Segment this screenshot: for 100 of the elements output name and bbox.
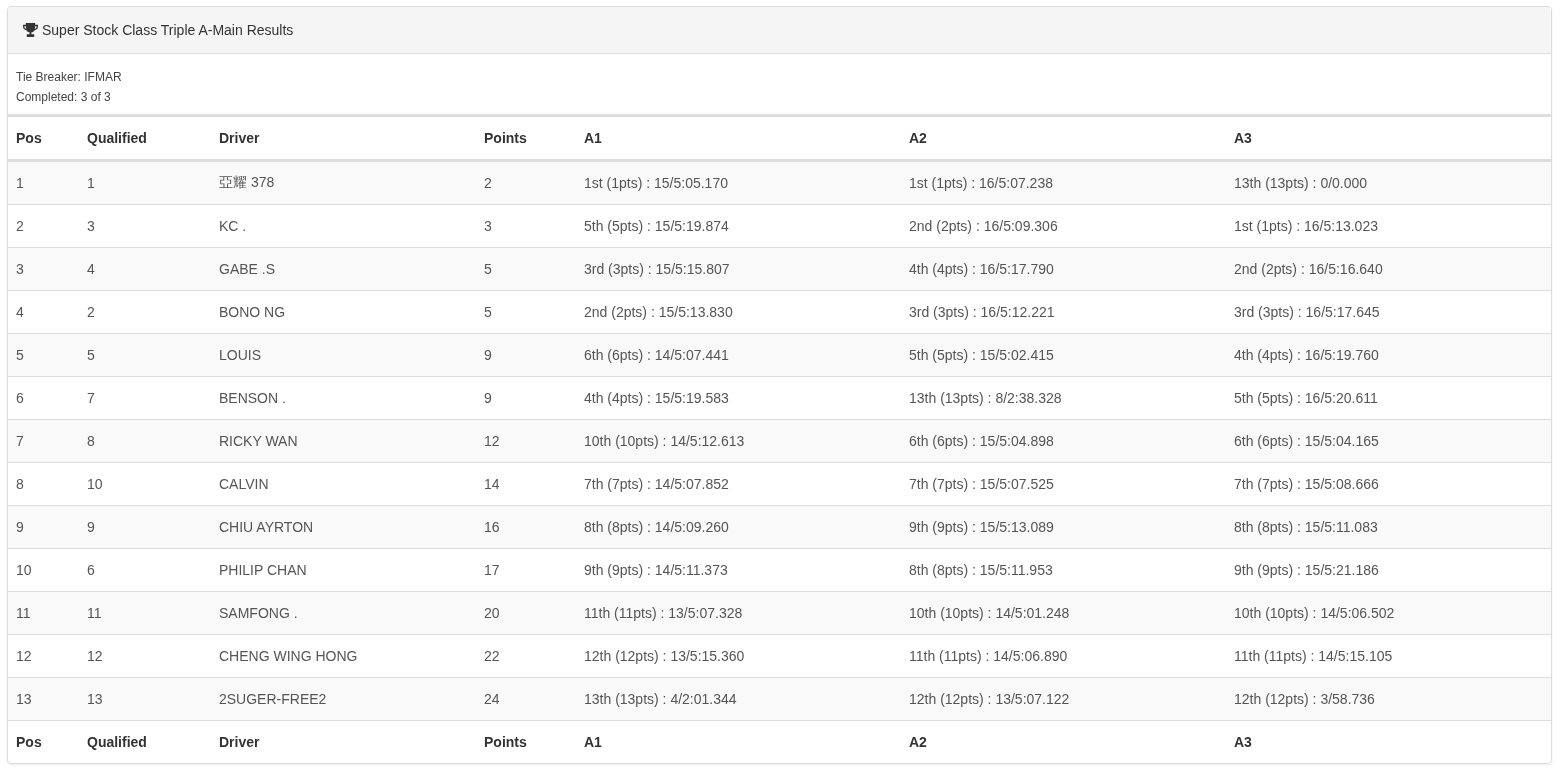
table-cell: 9th (9pts) : 15/5:13.089 (901, 505, 1226, 549)
table-cell: 11th (11pts) : 14/5:15.105 (1226, 634, 1551, 678)
table-cell: 1st (1pts) : 16/5:07.238 (901, 160, 1226, 205)
table-cell: 12th (12pts) : 13/5:15.360 (576, 634, 901, 678)
table-cell: SAMFONG . (211, 591, 476, 635)
table-cell: 9 (476, 376, 576, 420)
table-cell: 12 (8, 634, 79, 678)
table-cell: 8th (8pts) : 15/5:11.953 (901, 548, 1226, 592)
table-cell: 3 (476, 204, 576, 248)
table-cell: 8th (8pts) : 15/5:11.083 (1226, 505, 1551, 549)
table-cell: 2nd (2pts) : 16/5:09.306 (901, 204, 1226, 248)
table-cell: 2 (476, 160, 576, 205)
table-cell: BONO NG (211, 290, 476, 334)
table-cell: 13 (79, 677, 211, 721)
table-cell: 1st (1pts) : 15/5:05.170 (576, 160, 901, 205)
table-cell: 4 (8, 290, 79, 334)
table-cell: GABE .S (211, 247, 476, 291)
table-cell: 5th (5pts) : 15/5:19.874 (576, 204, 901, 248)
table-cell: 1 (8, 160, 79, 205)
table-cell: 1 (79, 160, 211, 205)
column-footer: Driver (211, 720, 476, 763)
table-cell: 9 (8, 505, 79, 549)
table-cell: 9th (9pts) : 14/5:11.373 (576, 548, 901, 592)
table-cell: 3rd (3pts) : 16/5:17.645 (1226, 290, 1551, 334)
column-footer: A3 (1226, 720, 1551, 763)
table-cell: 9 (79, 505, 211, 549)
table-cell: 10th (10pts) : 14/5:06.502 (1226, 591, 1551, 635)
table-cell: 7 (8, 419, 79, 463)
table-cell: 11 (8, 591, 79, 635)
table-cell: 5th (5pts) : 15/5:02.415 (901, 333, 1226, 377)
table-cell: 22 (476, 634, 576, 678)
table-cell: 6th (6pts) : 15/5:04.898 (901, 419, 1226, 463)
table-cell: 4 (79, 247, 211, 291)
table-cell: 14 (476, 462, 576, 506)
table-cell: 5 (8, 333, 79, 377)
table-cell: 6 (8, 376, 79, 420)
table-cell: 5 (476, 247, 576, 291)
table-cell: 11th (11pts) : 13/5:07.328 (576, 591, 901, 635)
table-cell: 3 (79, 204, 211, 248)
table-cell: 2SUGER-FREE2 (211, 677, 476, 721)
table-cell: 2nd (2pts) : 16/5:16.640 (1226, 247, 1551, 291)
table-cell: 10 (8, 548, 79, 592)
table-cell: 12 (476, 419, 576, 463)
table-cell: 24 (476, 677, 576, 721)
column-footer: Qualified (79, 720, 211, 763)
column-footer: A1 (576, 720, 901, 763)
table-cell: 9th (9pts) : 15/5:21.186 (1226, 548, 1551, 592)
table-cell: 4th (4pts) : 15/5:19.583 (576, 376, 901, 420)
table-cell: 2 (79, 290, 211, 334)
table-cell: 2nd (2pts) : 15/5:13.830 (576, 290, 901, 334)
table-cell: 13 (8, 677, 79, 721)
table-cell: 12th (12pts) : 13/5:07.122 (901, 677, 1226, 721)
table-cell: 6th (6pts) : 14/5:07.441 (576, 333, 901, 377)
table-cell: 16 (476, 505, 576, 549)
table-cell: 11th (11pts) : 14/5:06.890 (901, 634, 1226, 678)
column-footer: A2 (901, 720, 1226, 763)
info-text: Tie Breaker: IFMAR (16, 70, 123, 84)
table-cell: 7th (7pts) : 14/5:07.852 (576, 462, 901, 506)
table-cell: LOUIS (211, 333, 476, 377)
table-cell: 3rd (3pts) : 16/5:12.221 (901, 290, 1226, 334)
table-cell: 7th (7pts) : 15/5:07.525 (901, 462, 1226, 506)
column-footer: Pos (8, 720, 79, 763)
table-cell: 13th (13pts) : 8/2:38.328 (901, 376, 1226, 420)
table-cell: 8 (79, 419, 211, 463)
table-cell: 17 (476, 548, 576, 592)
table-cell: 8th (8pts) : 14/5:09.260 (576, 505, 901, 549)
table-cell: PHILIP CHAN (211, 548, 476, 592)
table-cell: 2 (8, 204, 79, 248)
table-cell: 10th (10pts) : 14/5:01.248 (901, 591, 1226, 635)
table-cell: 5 (476, 290, 576, 334)
table-cell: 3 (8, 247, 79, 291)
table-cell: 5 (79, 333, 211, 377)
table-cell: 13th (13pts) : 4/2:01.344 (576, 677, 901, 721)
table-cell: BENSON . (211, 376, 476, 420)
table-cell: 4th (4pts) : 16/5:17.790 (901, 247, 1226, 291)
table-cell: 亞耀 378 (211, 160, 476, 205)
column-footer: Points (476, 720, 576, 763)
table-cell: 11 (79, 591, 211, 635)
table-cell: RICKY WAN (211, 419, 476, 463)
table-cell: 6 (79, 548, 211, 592)
table-cell: 10th (10pts) : 14/5:12.613 (576, 419, 901, 463)
table-cell: 3rd (3pts) : 15/5:15.807 (576, 247, 901, 291)
table-cell: CALVIN (211, 462, 476, 506)
info-text: Completed: 3 of 3 (16, 90, 112, 104)
table-cell: 7 (79, 376, 211, 420)
table-cell: KC . (211, 204, 476, 248)
table-cell: CHENG WING HONG (211, 634, 476, 678)
trophy-icon (23, 23, 38, 37)
table-cell: 5th (5pts) : 16/5:20.611 (1226, 376, 1551, 420)
table-cell: 7th (7pts) : 15/5:08.666 (1226, 462, 1551, 506)
table-cell: CHIU AYRTON (211, 505, 476, 549)
table-cell: 1st (1pts) : 16/5:13.023 (1226, 204, 1551, 248)
table-cell: 9 (476, 333, 576, 377)
panel-title: Super Stock Class Triple A-Main Results (42, 22, 294, 38)
table-cell: 4th (4pts) : 16/5:19.760 (1226, 333, 1551, 377)
table-cell: 10 (79, 462, 211, 506)
table-cell: 6th (6pts) : 15/5:04.165 (1226, 419, 1551, 463)
table-cell: 12 (79, 634, 211, 678)
table-cell: 13th (13pts) : 0/0.000 (1226, 160, 1551, 205)
table-cell: 8 (8, 462, 79, 506)
